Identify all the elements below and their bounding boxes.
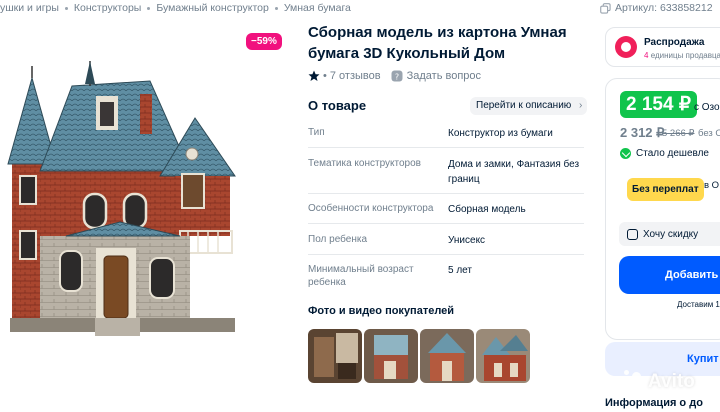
- sale-logo-icon: [615, 36, 637, 58]
- chevron-right-icon: ›: [578, 100, 583, 111]
- spec-value: Унисекс: [448, 235, 486, 246]
- reviews-link[interactable]: 7 отзывов: [330, 70, 381, 82]
- add-to-cart-button[interactable]: Добавить в: [619, 256, 720, 294]
- avito-logo-icon: [618, 370, 644, 394]
- breadcrumb-item[interactable]: ушки и игры: [0, 2, 59, 14]
- spec-label: Тип: [308, 127, 325, 138]
- card-price-label: с Озон: [694, 102, 720, 113]
- no-overpay-badge[interactable]: Без переплат: [627, 178, 704, 201]
- spec-divider: [308, 147, 584, 148]
- delivery-note: Доставим 1: [677, 300, 720, 309]
- old-price: 5 266 ₽: [662, 128, 695, 139]
- price-dropped-label: Стало дешевле: [636, 148, 709, 159]
- article-label: Артикул: 633858212: [615, 2, 713, 14]
- customer-photos-heading: Фото и видео покупателей: [308, 305, 455, 317]
- spec-value: Дома и замки, Фантазия без границ: [448, 159, 580, 185]
- spec-divider: [308, 193, 584, 194]
- ask-question-link[interactable]: Задать вопрос: [407, 70, 481, 82]
- price-dropped-note: Стало дешевле: [620, 148, 709, 159]
- question-icon: ?: [391, 70, 403, 82]
- breadcrumb-item[interactable]: Умная бумага: [284, 2, 351, 14]
- watermark-text: Avito: [648, 371, 695, 392]
- spec-divider: [308, 254, 584, 255]
- percent-icon: [627, 228, 638, 240]
- sale-subtitle-text: единицы продавца: [650, 51, 720, 60]
- product-title: Сборная модель из картона Умная бумага 3…: [308, 24, 567, 62]
- discount-badge: −59%: [246, 33, 282, 50]
- customer-photo-thumb[interactable]: [476, 329, 530, 383]
- sale-title: Распродажа: [644, 37, 705, 48]
- info-heading: Информация о до: [605, 397, 703, 409]
- customer-photo-thumb[interactable]: [364, 329, 418, 383]
- spec-label: Особенности конструктора: [308, 203, 434, 214]
- rating-row: • 7 отзывов ? Задать вопрос: [308, 70, 481, 82]
- card-price: 2 154 ₽: [620, 91, 697, 118]
- spec-divider: [308, 223, 584, 224]
- installment-label: в О: [704, 180, 720, 191]
- goto-description-button[interactable]: Перейти к описанию ›: [470, 97, 588, 115]
- article-number[interactable]: Артикул: 633858212: [600, 0, 713, 16]
- copy-icon: [600, 2, 611, 14]
- breadcrumb-separator: [274, 6, 278, 10]
- want-discount-label: Хочу скидку: [643, 228, 699, 240]
- spec-label: Тематика конструкторов: [308, 158, 421, 169]
- spec-value: Сборная модель: [448, 204, 526, 215]
- spec-value: Конструктор из бумаги: [448, 128, 553, 139]
- spec-value: 5 лет: [448, 265, 472, 276]
- customer-photo-thumb[interactable]: [308, 329, 362, 383]
- goto-description-label: Перейти к описанию: [476, 100, 572, 111]
- sale-count: 4: [644, 51, 649, 60]
- avito-watermark: Avito: [618, 370, 695, 394]
- sale-card[interactable]: Распродажа 4 единицы продавца: [605, 27, 720, 67]
- star-icon: [308, 70, 320, 81]
- check-icon: [620, 148, 631, 159]
- want-discount-button[interactable]: Хочу скидку: [619, 222, 720, 246]
- svg-text:?: ?: [394, 72, 398, 81]
- breadcrumb-separator: [64, 6, 68, 10]
- spec-label: Пол ребенка: [308, 234, 368, 245]
- sale-subtitle: 4 единицы продавца: [644, 51, 720, 60]
- customer-photo-thumb[interactable]: [420, 329, 474, 383]
- spec-label: Минимальный возраст ребенка: [308, 264, 414, 288]
- breadcrumb-separator: [147, 6, 151, 10]
- regular-price-label: без О: [698, 128, 720, 139]
- breadcrumb-item[interactable]: Бумажный конструктор: [156, 2, 268, 14]
- product-photo[interactable]: [0, 26, 290, 386]
- regular-price: 2 312 ₽: [620, 125, 665, 140]
- about-heading: О товаре: [308, 98, 367, 113]
- breadcrumb: ушки и игры Конструкторы Бумажный констр…: [0, 0, 351, 16]
- breadcrumb-item[interactable]: Конструкторы: [74, 2, 141, 14]
